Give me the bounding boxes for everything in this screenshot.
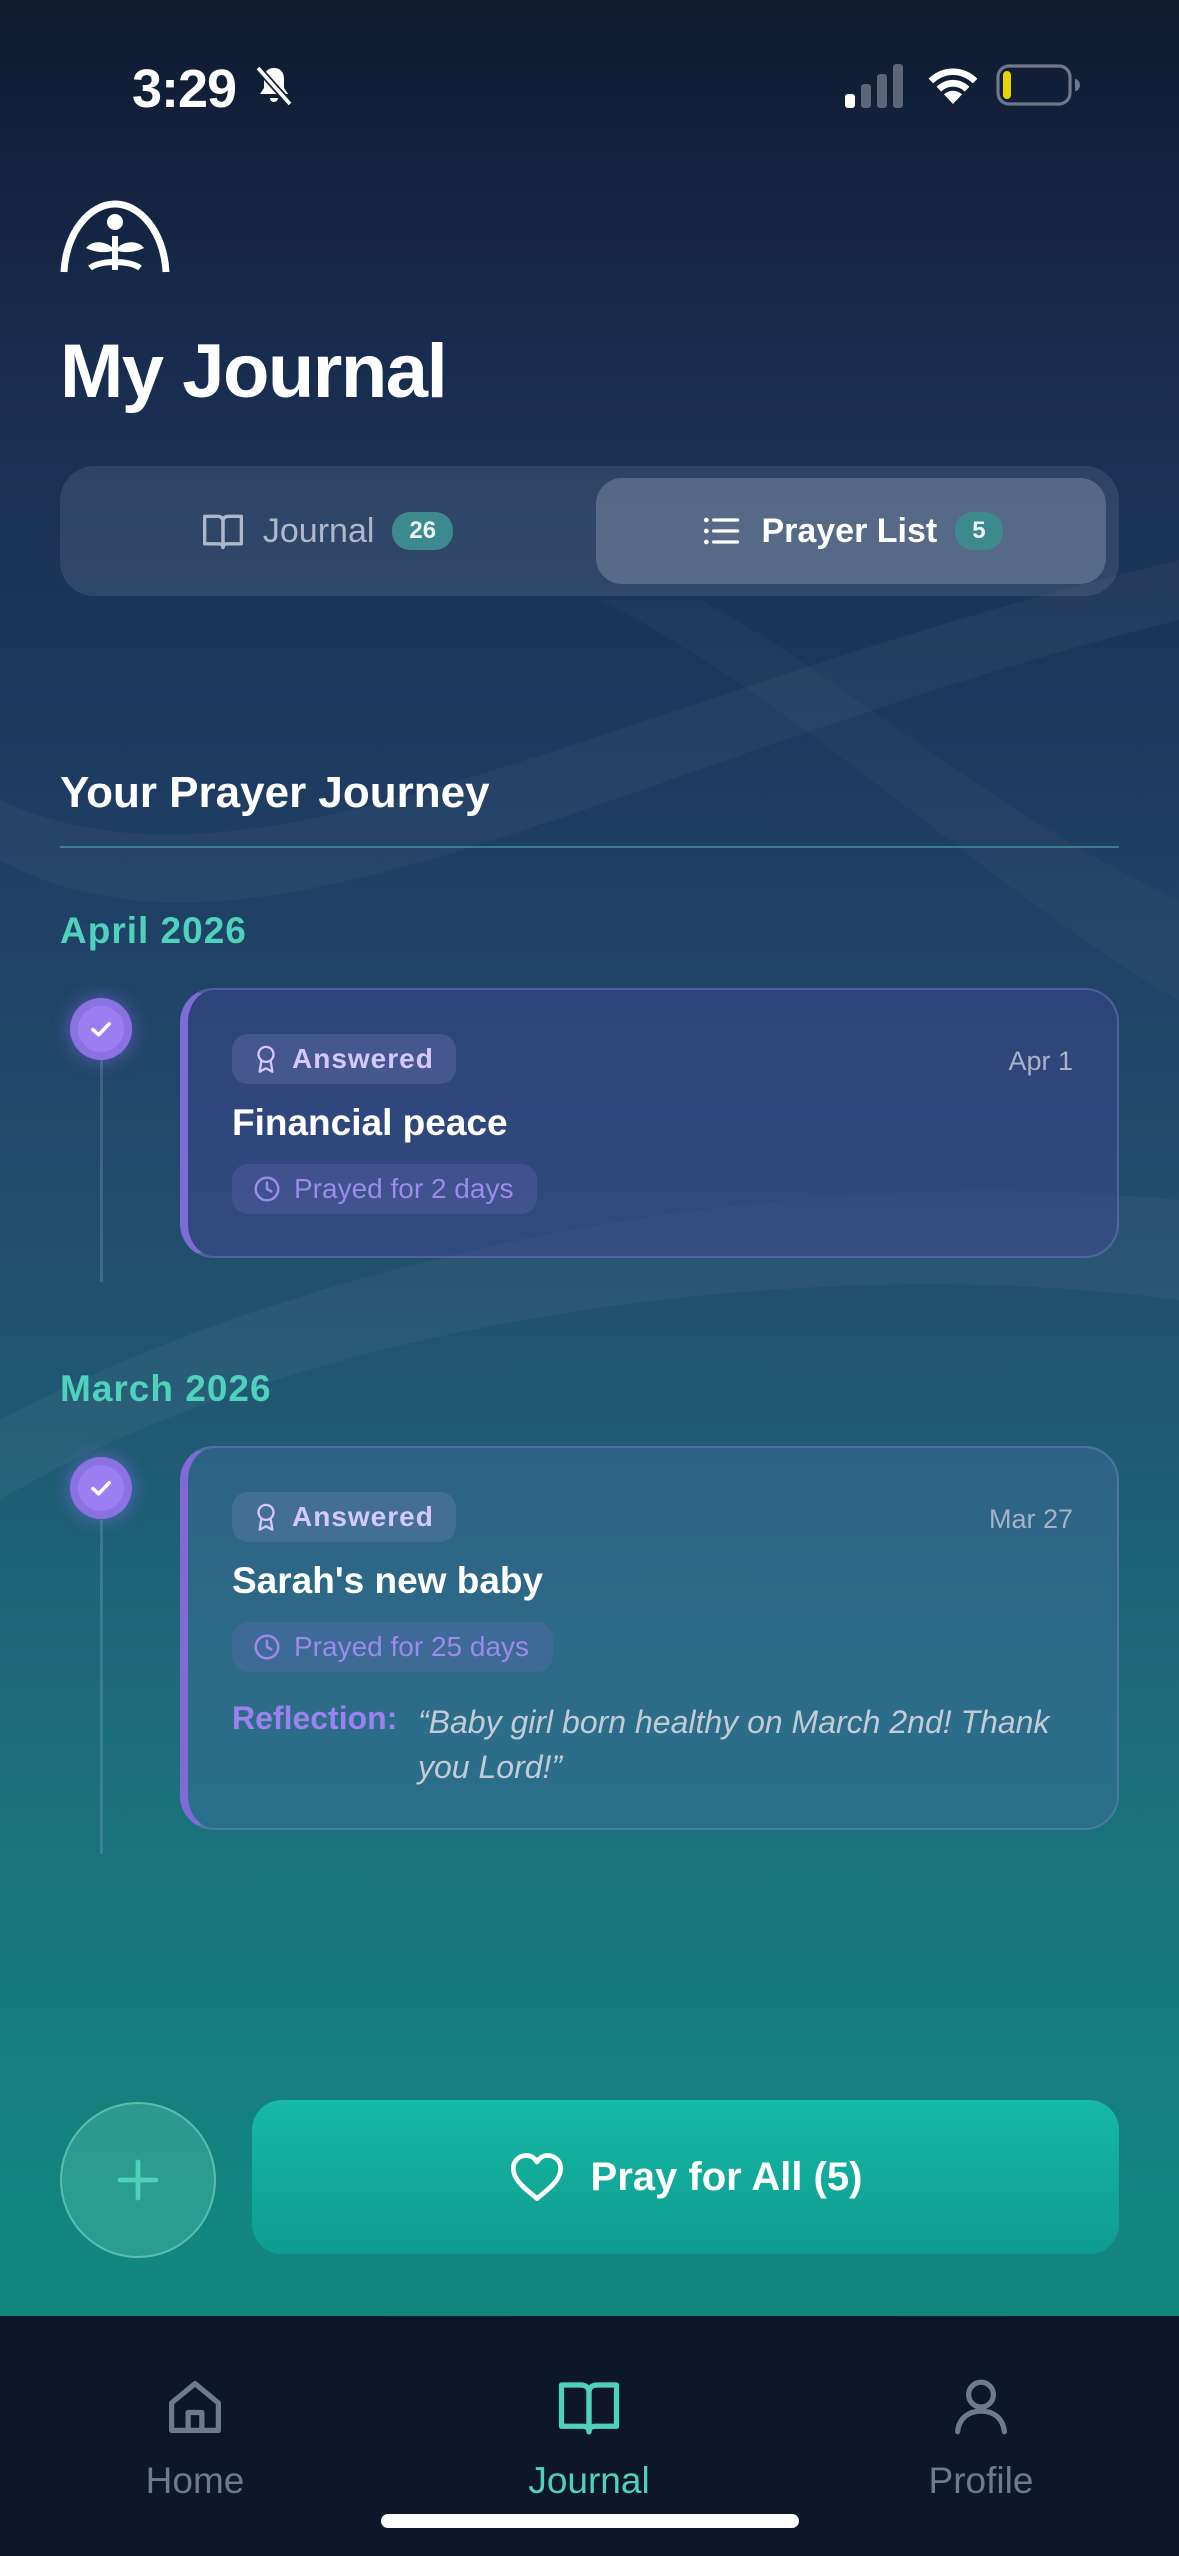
pray-for-all-label: Pray for All (5)	[590, 2154, 863, 2199]
answered-check-marker	[70, 998, 132, 1060]
status-time: 3:29	[132, 59, 237, 119]
award-ribbon-icon	[257, 1503, 275, 1531]
timeline-line	[100, 1520, 103, 1854]
list-icon	[704, 517, 740, 545]
timeline-line	[100, 1060, 103, 1282]
add-prayer-button[interactable]	[60, 2102, 216, 2258]
answered-label: Answered	[292, 1043, 434, 1074]
prayed-duration-chip: Prayed for 2 days	[232, 1164, 538, 1214]
tab-journal[interactable]: Journal 26	[72, 478, 582, 584]
nav-item-home[interactable]: Home	[65, 2374, 325, 2502]
page-title: My Journal	[60, 329, 448, 414]
answered-label: Answered	[292, 1501, 434, 1532]
month-heading: April 2026	[60, 910, 247, 951]
tab-prayer-list-count-badge: 5	[955, 512, 1003, 550]
wifi-icon	[928, 68, 978, 104]
tab-prayer-list-label: Prayer List	[761, 511, 938, 550]
section-title: Your Prayer Journey	[60, 768, 490, 817]
nav-item-journal[interactable]: Journal	[459, 2374, 719, 2502]
card-date: Apr 1	[1008, 1046, 1073, 1076]
book-open-icon	[558, 2382, 620, 2435]
prayed-duration-label: Prayed for 2 days	[294, 1173, 514, 1204]
tab-prayer-list[interactable]: Prayer List 5	[596, 478, 1106, 584]
heart-icon	[510, 2153, 563, 2201]
clock-icon	[254, 1176, 280, 1202]
sprout-arch-logo	[60, 200, 170, 273]
tab-journal-count-badge: 26	[392, 512, 454, 550]
person-icon	[955, 2379, 1007, 2435]
book-open-icon	[202, 514, 243, 550]
award-ribbon-icon	[257, 1045, 275, 1073]
home-icon	[169, 2381, 221, 2433]
prayed-duration-label: Prayed for 25 days	[294, 1631, 530, 1662]
reflection-text: “Baby girl born healthy on March 2nd! Th…	[418, 1704, 1050, 1785]
answered-check-marker	[70, 1457, 132, 1519]
tab-switcher: Journal 26 Prayer List 5	[60, 466, 1119, 596]
nav-item-label: Journal	[528, 2460, 650, 2501]
bell-slash-icon	[255, 65, 293, 107]
month-heading: March 2026	[60, 1368, 272, 1409]
tab-journal-label: Journal	[262, 511, 375, 550]
nav-item-label: Profile	[928, 2460, 1034, 2501]
status-bar: 3:29	[0, 0, 1179, 160]
prayer-card[interactable]: Answered Apr 1 Financial peace Prayed fo…	[180, 988, 1119, 1258]
check-icon	[91, 1481, 111, 1496]
battery-low-icon	[996, 64, 1080, 106]
reflection-label: Reflection:	[232, 1700, 398, 1736]
section-divider	[60, 846, 1119, 848]
card-title: Sarah's new baby	[232, 1560, 544, 1601]
answered-badge: Answered	[232, 1034, 456, 1084]
prayed-duration-chip: Prayed for 25 days	[232, 1622, 554, 1672]
nav-item-profile[interactable]: Profile	[851, 2374, 1111, 2502]
plus-icon	[117, 2159, 159, 2201]
card-title: Financial peace	[232, 1102, 508, 1143]
prayer-card[interactable]: Answered Mar 27 Sarah's new baby Prayed …	[180, 1446, 1119, 1830]
clock-icon	[254, 1634, 280, 1660]
check-icon	[91, 1022, 111, 1037]
nav-item-label: Home	[145, 2460, 245, 2501]
card-date: Mar 27	[988, 1504, 1073, 1534]
answered-badge: Answered	[232, 1492, 456, 1542]
pray-for-all-button[interactable]: Pray for All (5)	[252, 2100, 1119, 2254]
home-indicator[interactable]	[381, 2514, 799, 2528]
cellular-signal-icon	[845, 64, 903, 108]
